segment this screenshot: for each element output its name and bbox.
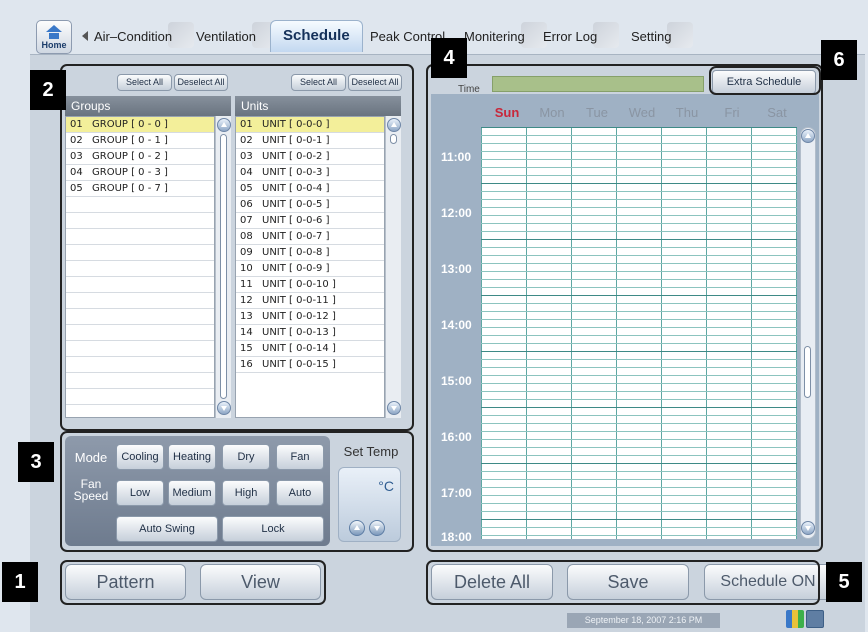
tab-ventilation[interactable]: Ventilation bbox=[192, 22, 278, 50]
callout-badge-5: 5 bbox=[826, 562, 862, 602]
callout-frame-3 bbox=[60, 431, 414, 552]
tray-network-icon[interactable] bbox=[806, 610, 824, 628]
callout-frame-5 bbox=[426, 560, 820, 605]
status-datetime: September 18, 2007 2:16 PM bbox=[567, 613, 720, 628]
back-arrow-icon[interactable] bbox=[82, 31, 88, 41]
callout-frame-6 bbox=[709, 66, 821, 95]
tray-app-icon[interactable] bbox=[786, 610, 804, 628]
home-button[interactable]: Home bbox=[36, 20, 72, 54]
callout-badge-2: 2 bbox=[30, 70, 66, 110]
callout-frame-4 bbox=[426, 64, 823, 552]
callout-badge-1: 1 bbox=[2, 562, 38, 602]
home-icon bbox=[46, 25, 62, 32]
tab-error-log[interactable]: Error Log bbox=[539, 22, 620, 50]
callout-frame-2 bbox=[60, 64, 414, 431]
tab-setting[interactable]: Setting bbox=[627, 22, 694, 50]
callout-badge-3: 3 bbox=[18, 442, 54, 482]
callout-badge-4: 4 bbox=[431, 38, 467, 78]
tab-monitoring[interactable]: Monitering bbox=[460, 22, 547, 50]
tab-air-condition[interactable]: Air–Condition bbox=[90, 22, 195, 50]
callout-frame-1 bbox=[60, 560, 326, 605]
tab-schedule[interactable]: Schedule bbox=[270, 20, 363, 52]
callout-badge-6: 6 bbox=[821, 40, 857, 80]
